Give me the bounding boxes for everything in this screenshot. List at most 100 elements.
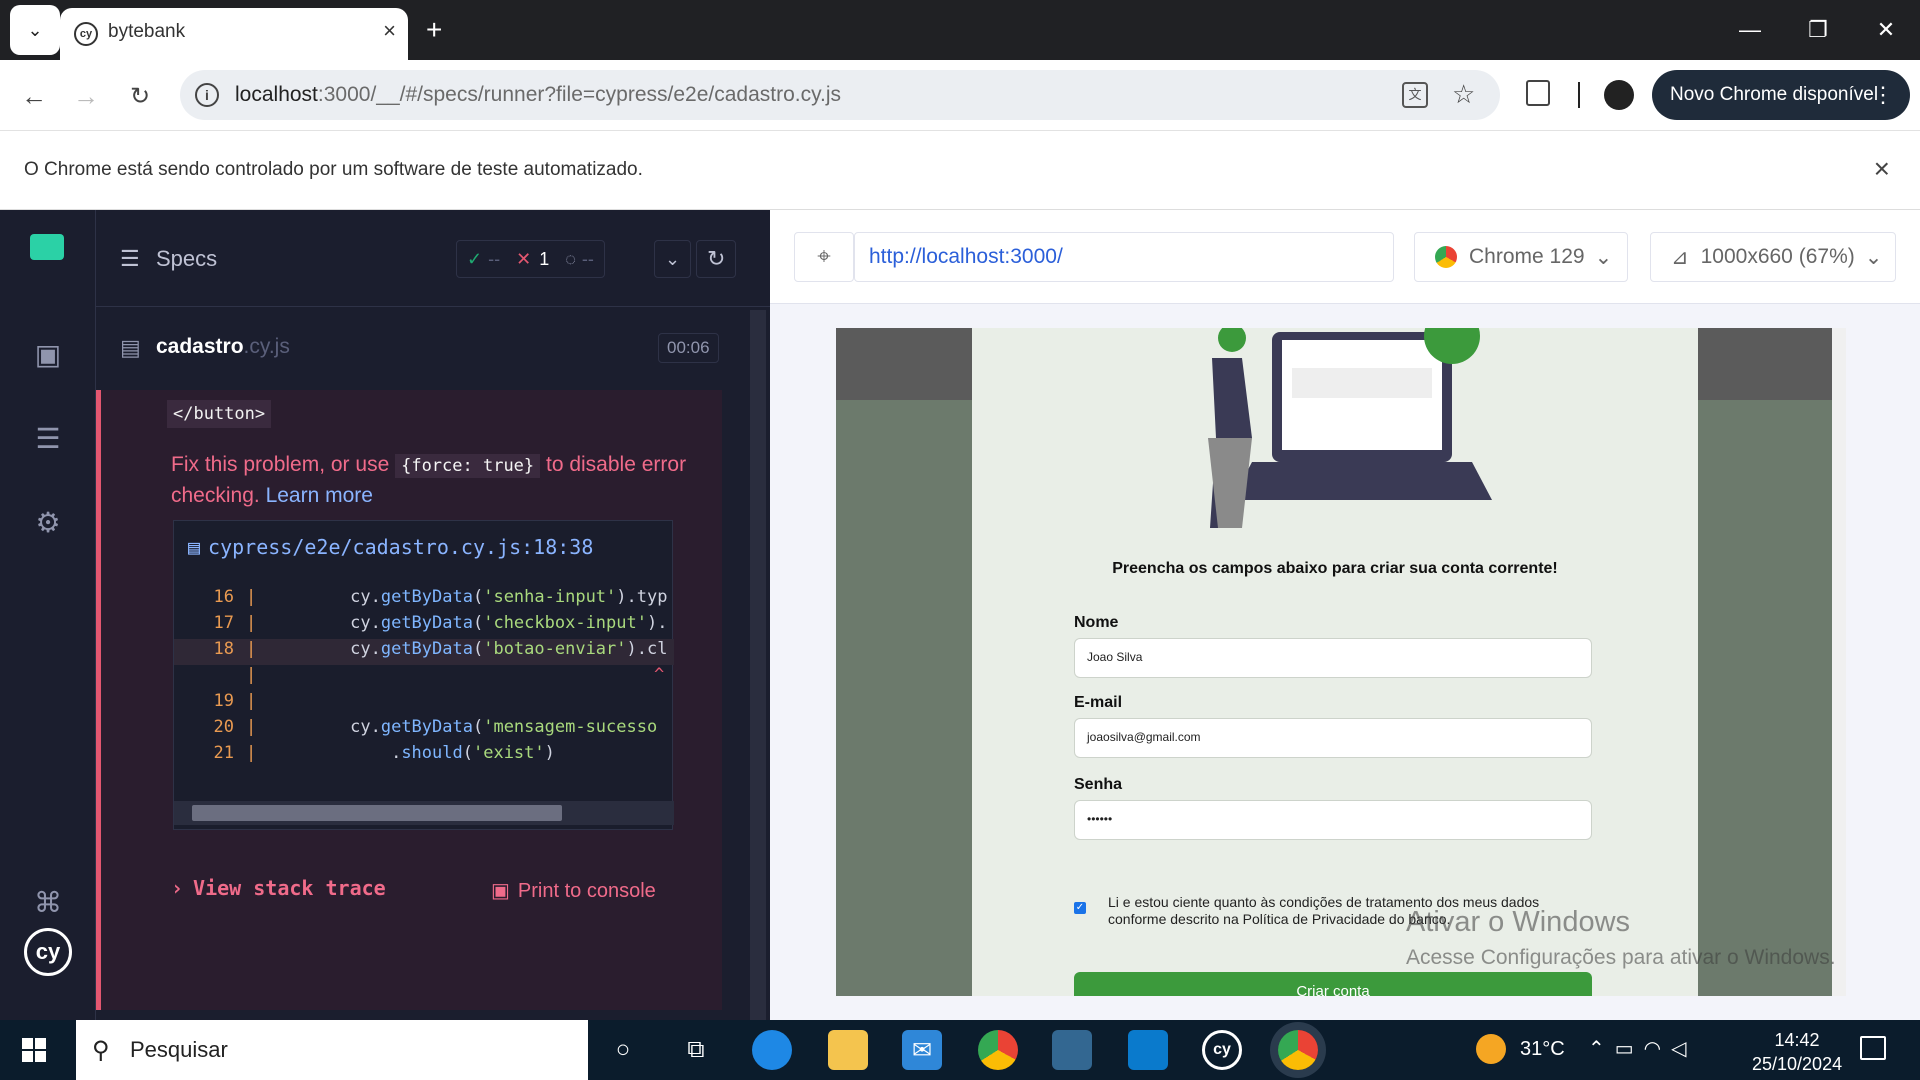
minimize-icon[interactable]: — [1716,0,1784,60]
error-panel: </button> Fix this problem, or use {forc… [96,390,722,1010]
rerun-button[interactable]: ↻ [696,240,737,278]
scrollbar-thumb[interactable] [192,805,562,821]
weather-icon[interactable] [1476,1034,1506,1064]
specs-label: Specs [156,246,218,271]
cypress-taskbar-icon[interactable]: cy [1202,1030,1242,1070]
email-input[interactable]: joaosilva@gmail.com [1074,718,1592,758]
project-icon[interactable] [30,234,64,260]
site-info-icon[interactable]: i [195,83,219,107]
selector-playground-icon[interactable]: ⌖ [794,232,854,282]
cypress-sidebar: ▣ ☰ ⚙ ⌘ cy [0,210,96,1020]
aut-header: ⌖ http://localhost:3000/ Chrome 129 ⌄ ⊿ 10… [770,210,1920,304]
translate-icon[interactable]: 文 [1402,82,1428,108]
chrome-taskbar-icon[interactable] [978,1030,1018,1070]
failed-count: 1 [539,248,550,269]
spec-row: ▤ cadastro.cy.js 00:06 [96,306,770,400]
print-to-console-button[interactable]: ▣ Print to console [491,878,656,903]
spec-name: cadastro.cy.js [156,335,290,358]
task-view-icon[interactable]: ⧉ [676,1030,716,1070]
cypress-logo-icon: cy [24,928,72,976]
runs-icon[interactable]: ☰ [30,420,66,456]
name-input[interactable]: Joao Silva [1074,638,1592,678]
stats-bar: ✓ -- ✕ 1 ◌ -- [456,240,605,278]
specs-toggle-icon[interactable]: ☰ [120,246,140,272]
address-url: localhost:3000/__/#/specs/runner?file=cy… [235,83,842,106]
keyboard-shortcuts-icon[interactable]: ⌘ [30,884,66,920]
notifications-icon[interactable] [1860,1036,1886,1060]
create-account-button[interactable]: Criar conta [1074,972,1592,996]
cypress-favicon-icon: cy [74,22,98,46]
terms-checkbox[interactable]: ✓ [1074,902,1086,914]
weather-temp: 31°C [1520,1038,1565,1060]
pending-count: -- [581,248,594,269]
error-message: Fix this problem, or use {force: true} t… [171,453,687,507]
code-frame: ▤ cypress/e2e/cadastro.cy.js:18:38 16 | cy… [173,520,674,830]
code-caret-line: | ^ [246,665,665,685]
aut-url: http://localhost:3000/ [854,232,1394,282]
new-tab-button[interactable]: + [426,14,442,46]
close-infobar-icon[interactable]: × [1874,153,1890,185]
edge-icon[interactable] [752,1030,792,1070]
failed-x-icon: ✕ [516,248,532,269]
cortana-icon[interactable]: ○ [603,1030,643,1070]
password-label: Senha [1074,776,1123,793]
tab-search-button[interactable]: ⌄ [10,5,60,55]
browser-tab-bar: ⌄ cy bytebank × + — ❐ ✕ [0,0,1920,60]
chrome-active-taskbar-icon[interactable] [1278,1030,1318,1070]
restore-icon[interactable]: ❐ [1784,0,1852,60]
viewport-selector[interactable]: ⊿ 1000x660 (67%) ⌄ [1650,232,1896,282]
settings-gear-icon[interactable]: ⚙ [30,504,66,540]
divider [1578,82,1580,108]
taskbar-clock[interactable]: 14:42 25/10/2024 [1752,1028,1842,1076]
system-tray-icons[interactable]: ⌃▭◠◁ [1588,1036,1697,1061]
specs-list-icon[interactable]: ▣ [30,336,66,372]
email-label: E-mail [1074,694,1123,711]
back-arrow-icon[interactable]: ← [14,76,54,116]
signup-modal: Preencha os campos abaixo para criar sua… [972,328,1698,996]
name-label: Nome [1074,614,1119,631]
file-explorer-icon[interactable] [828,1030,868,1070]
code-horizontal-scrollbar[interactable] [174,801,674,825]
illustration-image [1208,328,1492,528]
code-line: 17 | cy.getByData('checkbox-input'). [213,613,668,633]
cypress-reporter: ☰ Specs ✓ -- ✕ 1 ◌ -- ⌄ ↻ ▤ cadastro.cy.js … [96,210,770,1020]
address-bar[interactable]: i localhost:3000/__/#/specs/runner?file=… [180,70,1500,120]
reload-icon[interactable]: ↻ [120,76,160,116]
learn-more-link[interactable]: Learn more [266,484,373,507]
code-line: 16 | cy.getByData('senha-input').typ [213,587,668,607]
windows-taskbar: ⚲ Pesquisar ○ ⧉ ✉ cy 31°C ⌃▭◠◁ 14:42 25/10… [0,1020,1920,1080]
new-chrome-available-button[interactable]: Novo Chrome disponível ⋮ [1652,70,1910,120]
tab-bytebank[interactable]: cy bytebank × [60,8,408,60]
code-file-link[interactable]: ▤ cypress/e2e/cadastro.cy.js:18:38 [188,535,593,559]
code-line: 20 | cy.getByData('mensagem-sucesso [213,717,658,737]
aut-scrollbar[interactable] [1832,328,1846,996]
more-options-icon: ⋮ [1872,82,1894,107]
close-window-icon[interactable]: ✕ [1852,0,1920,60]
spec-file-icon: ▤ [120,335,141,360]
terminal-icon: ▣ [491,880,510,902]
postgres-icon[interactable] [1052,1030,1092,1070]
chevron-down-icon: ⌄ [1864,245,1883,269]
code-line: 19 | [213,691,257,711]
forward-arrow-icon[interactable]: → [66,76,106,116]
mail-icon[interactable]: ✉ [902,1030,942,1070]
extensions-icon[interactable] [1526,80,1550,106]
taskbar-search[interactable]: ⚲ Pesquisar [76,1020,588,1080]
windows-start-icon[interactable] [22,1038,46,1062]
aut-iframe: Preencha os campos abaixo para criar sua… [836,328,1846,996]
ruler-icon: ⊿ [1671,245,1689,269]
tab-title: bytebank [108,21,186,42]
reporter-scrollbar[interactable] [750,310,766,1020]
automation-infobar: O Chrome está sendo controlado por um so… [0,130,1920,210]
pending-icon: ◌ [565,248,576,269]
close-tab-icon[interactable]: × [383,18,396,44]
profile-avatar-icon[interactable] [1604,80,1634,110]
collapse-chevron-button[interactable]: ⌄ [654,240,692,278]
password-input[interactable]: •••••• [1074,800,1592,840]
chevron-down-icon: ⌄ [1594,245,1613,269]
view-stack-trace-button[interactable]: › View stack trace [171,876,386,900]
star-icon[interactable]: ☆ [1452,79,1475,110]
vscode-icon[interactable] [1128,1030,1168,1070]
form-heading: Preencha os campos abaixo para criar sua… [1112,560,1558,577]
browser-selector[interactable]: Chrome 129 ⌄ [1414,232,1628,282]
